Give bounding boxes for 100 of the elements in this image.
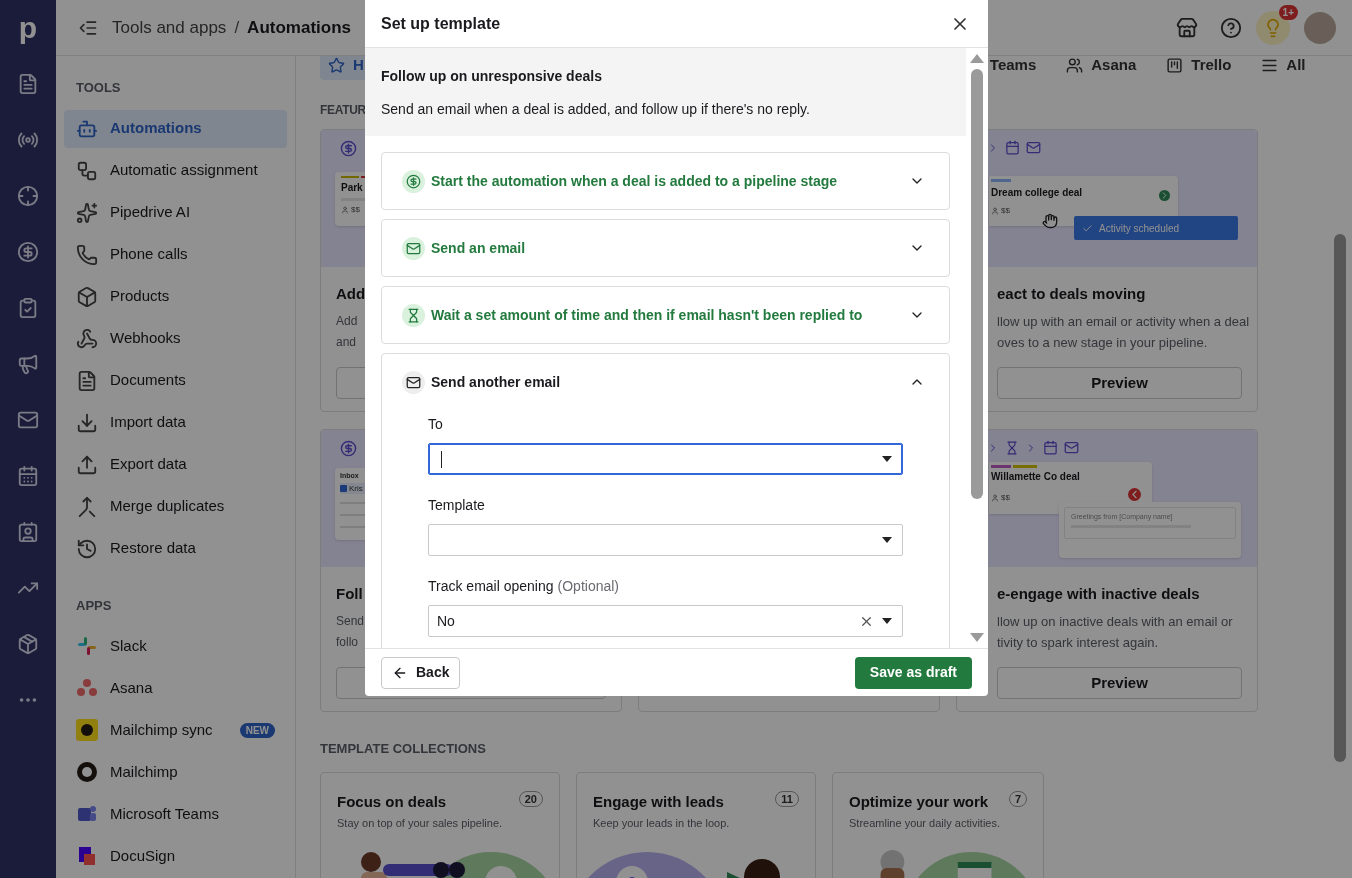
tool-icon — [76, 243, 98, 266]
filter-label: Trello — [1191, 56, 1232, 75]
select-value: No — [437, 611, 455, 631]
card-title: Foll — [336, 584, 363, 604]
step-title: Wait a set amount of time and then if email hasn't been replied to — [431, 305, 863, 325]
tool-icon — [76, 369, 98, 392]
save-draft-button[interactable]: Save as draft — [854, 656, 972, 689]
mail-icon — [402, 370, 425, 394]
preview-button[interactable]: Preview — [997, 367, 1242, 399]
sidebar-item[interactable]: Phone calls — [64, 235, 287, 274]
sidebar-item[interactable]: DocuSign — [64, 837, 287, 875]
sidebar-item[interactable]: Products — [64, 277, 287, 316]
sidebar-item[interactable]: Asana — [64, 669, 287, 707]
deal-amount: $$ — [1001, 205, 1010, 217]
help-icon[interactable] — [1220, 16, 1242, 39]
select-field[interactable]: No — [428, 605, 903, 637]
dropdown-caret-icon — [882, 618, 892, 624]
select-field[interactable] — [428, 524, 903, 556]
tool-icon — [76, 411, 98, 434]
step-header[interactable]: Wait a set amount of time and then if email hasn't been replied to — [382, 287, 949, 343]
collection-card[interactable]: Focus on deals 20 Stay on top of your sales pipeline. — [320, 772, 560, 878]
template-name: Follow up on unresponsive deals — [381, 67, 603, 86]
filter-tab[interactable]: Asana — [1058, 56, 1145, 80]
hourglass-icon — [1005, 440, 1019, 455]
nav-icon[interactable] — [17, 521, 39, 543]
new-badge: NEW — [239, 722, 275, 738]
select-field[interactable] — [428, 443, 903, 475]
sidebar-item-label: Slack — [110, 635, 147, 656]
tool-icon — [76, 159, 98, 182]
mail-icon — [1064, 440, 1079, 455]
nav-icon[interactable] — [17, 185, 39, 207]
sidebar-item[interactable]: Mailchimp sync NEW — [64, 711, 287, 749]
calendar-icon — [1005, 140, 1020, 155]
collection-title: Optimize your work — [849, 792, 989, 812]
dialog-title: Set up template — [381, 13, 501, 34]
sidebar-item-label: Merge duplicates — [110, 496, 225, 517]
step-header[interactable]: Start the automation when a deal is added to a pipeline stage — [382, 153, 949, 209]
sidebar-item[interactable]: Webhooks — [64, 319, 287, 358]
sidebar-item-label: Import data — [110, 412, 186, 433]
card-description-line: tivity to spark interest again. — [997, 634, 1159, 652]
sidebar-item[interactable]: Microsoft Teams — [64, 795, 287, 833]
sidebar-item-label: Phone calls — [110, 244, 188, 265]
collection-card[interactable]: Optimize your work 7 Streamline your daily activities. — [832, 772, 1044, 878]
nav-icon[interactable] — [17, 297, 39, 319]
step-header[interactable]: Send an email — [382, 220, 949, 276]
sidebar-item[interactable]: Import data — [64, 403, 287, 442]
sidebar-item[interactable]: Automations — [64, 109, 287, 148]
nav-icon[interactable] — [17, 409, 39, 431]
mail-icon — [1026, 140, 1041, 155]
breadcrumb-item[interactable]: Tools and apps — [112, 14, 227, 41]
deal-name: Park — [341, 181, 364, 195]
nav-icon[interactable] — [17, 241, 39, 263]
sidebar-item-label: DocuSign — [110, 845, 176, 866]
deal-amount: $$ — [1001, 492, 1010, 504]
filter-label: H — [353, 56, 364, 75]
nav-icon[interactable] — [17, 633, 39, 655]
scroll-thumb[interactable] — [971, 69, 983, 499]
filter-tab[interactable]: Trello — [1158, 56, 1240, 80]
collection-description: Stay on top of your sales pipeline. — [336, 816, 504, 831]
step-header[interactable]: Send another email — [382, 354, 949, 410]
hourglass-icon — [402, 303, 425, 327]
sidebar-item[interactable]: Documents — [64, 361, 287, 400]
app-logo[interactable]: p — [18, 13, 38, 43]
person-icon — [341, 206, 349, 214]
docusign-logo-icon — [76, 845, 98, 867]
sidebar-item[interactable]: Mailchimp — [64, 753, 287, 791]
nav-icon[interactable] — [17, 73, 39, 95]
sidebar-item-label: Automations — [110, 118, 202, 139]
sidebar-item[interactable]: Automatic assignment — [64, 151, 287, 190]
tool-icon — [76, 201, 98, 224]
dropdown-caret-icon — [882, 537, 892, 543]
deal-amount: $$ — [351, 204, 360, 216]
check-icon — [1082, 222, 1093, 234]
sidebar-item-label: Documents — [110, 370, 186, 391]
sidebar-item-label: Microsoft Teams — [110, 803, 219, 824]
card-title: Add — [336, 284, 366, 304]
mailchimp-logo-icon — [76, 719, 98, 741]
card-description-line: Send — [336, 613, 365, 630]
sidebar-item-label: Webhooks — [110, 328, 181, 349]
preview-button[interactable]: Preview — [997, 667, 1242, 699]
nav-icon[interactable] — [17, 353, 39, 375]
store-icon[interactable] — [1176, 16, 1198, 39]
dollar-icon — [340, 440, 357, 457]
scroll-up-icon[interactable] — [970, 54, 984, 63]
calendar-icon — [1043, 440, 1058, 455]
back-button[interactable]: Back — [381, 656, 461, 689]
nav-icon[interactable] — [17, 465, 39, 487]
sidebar-item[interactable]: Merge duplicates — [64, 487, 287, 526]
toast-text: Activity scheduled — [1099, 221, 1180, 236]
sidebar-item[interactable]: Pipedrive AI — [64, 193, 287, 232]
sidebar-item[interactable]: Slack — [64, 627, 287, 665]
filter-label: Teams — [989, 56, 1037, 75]
sidebar-item[interactable]: Export data — [64, 445, 287, 484]
scroll-down-icon[interactable] — [970, 633, 984, 642]
collection-card[interactable]: Engage with leads 11 Keep your leads in the loop. — [576, 772, 816, 878]
sidebar-item-label: Export data — [110, 454, 187, 475]
sidebar-item[interactable]: Restore data — [64, 529, 287, 568]
tool-icon — [76, 327, 98, 350]
filter-tab[interactable]: All — [1253, 56, 1314, 80]
collection-title: Focus on deals — [337, 792, 447, 812]
